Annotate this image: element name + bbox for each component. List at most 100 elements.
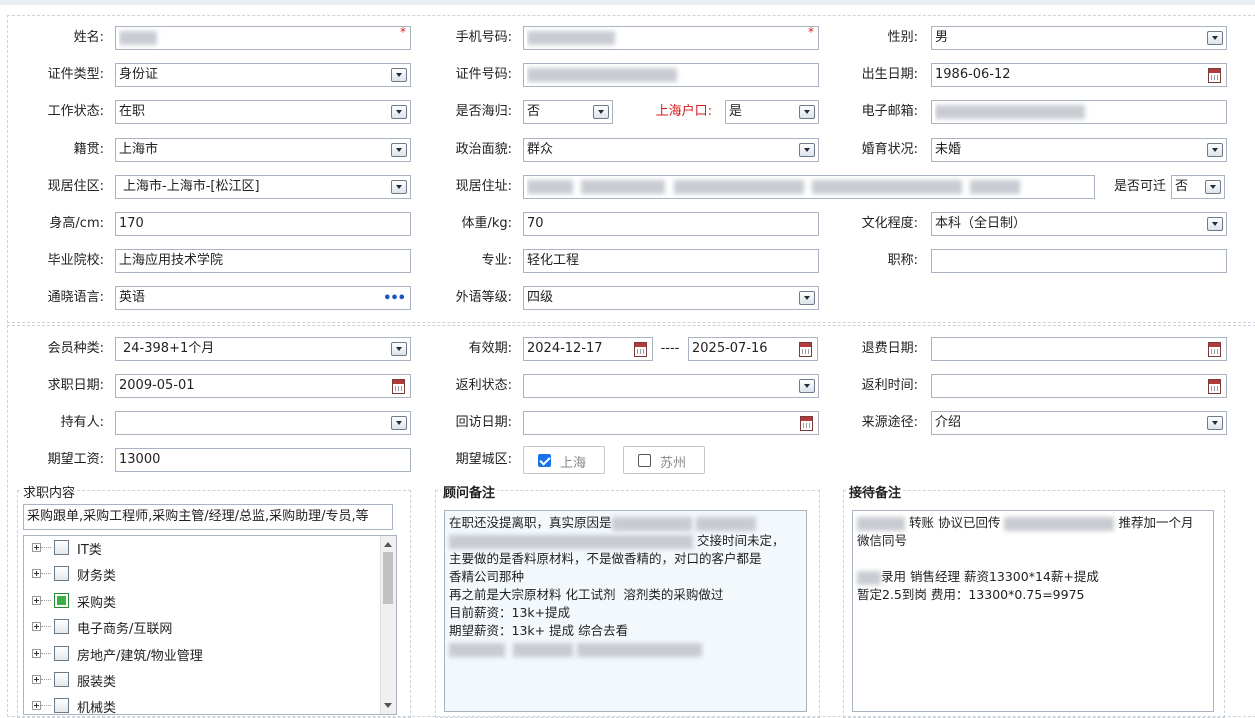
school-input[interactable]: 上海应用技术学院	[115, 249, 411, 273]
calendar-icon[interactable]	[634, 342, 647, 357]
reception-notes-textarea[interactable]: 转账 协议已回传 推荐加一个月 微信同号 录用 销售经理 薪资13300*14薪…	[852, 510, 1214, 712]
more-icon[interactable]: •••	[383, 291, 406, 307]
expand-icon[interactable]	[32, 622, 41, 631]
political-status-select[interactable]: 群众	[523, 138, 819, 162]
chevron-down-icon[interactable]	[391, 342, 407, 356]
checkbox-icon[interactable]	[54, 672, 69, 687]
birth-date-input[interactable]: 1986-06-12	[931, 63, 1227, 87]
chevron-down-icon[interactable]	[799, 379, 815, 393]
validity-end-input[interactable]: 2025-07-16	[688, 337, 818, 361]
work-status-select[interactable]: 在职	[115, 100, 411, 124]
city-option-label: 苏州	[660, 456, 687, 471]
chevron-down-icon[interactable]	[391, 416, 407, 430]
weight-input[interactable]: 70	[523, 212, 819, 236]
name-label: 姓名:	[73, 30, 104, 45]
validity-start-input[interactable]: 2024-12-17	[523, 337, 653, 361]
marital-status-select[interactable]: 未婚	[931, 138, 1227, 162]
chevron-down-icon[interactable]	[799, 143, 815, 157]
chevron-down-icon[interactable]	[799, 291, 815, 305]
tree-node[interactable]: IT类	[24, 536, 364, 562]
tree-node-label: IT类	[77, 543, 102, 558]
chevron-down-icon[interactable]	[1207, 217, 1223, 231]
scroll-up-icon[interactable]	[384, 542, 392, 547]
gender-select[interactable]: 男	[931, 26, 1227, 50]
expand-icon[interactable]	[32, 596, 41, 605]
expand-icon[interactable]	[32, 675, 41, 684]
relocatable-select[interactable]: 否	[1171, 175, 1225, 199]
city-option-shanghai[interactable]: 上海	[523, 446, 605, 474]
personal-info-section	[7, 15, 1255, 323]
expand-icon[interactable]	[32, 543, 41, 552]
job-content-selected-input[interactable]: 采购跟单,采购工程师,采购主管/经理/总监,采购助理/专员,等	[23, 504, 393, 530]
chevron-down-icon[interactable]	[391, 180, 407, 194]
calendar-icon[interactable]	[799, 342, 812, 357]
calendar-icon[interactable]	[1208, 342, 1221, 357]
title-input[interactable]	[931, 249, 1227, 273]
rebate-status-select[interactable]	[523, 374, 819, 398]
chevron-down-icon[interactable]	[391, 105, 407, 119]
tree-scrollbar[interactable]	[380, 536, 396, 714]
member-type-select[interactable]: 24-398+1个月	[115, 337, 411, 361]
job-category-tree[interactable]: IT类 财务类 采购类 电子商务/互联网 房地产/建筑/物业管理 服装类 机械类	[23, 535, 397, 715]
calendar-icon[interactable]	[800, 416, 813, 431]
phone-input[interactable]: *	[523, 25, 819, 50]
tree-node-label: 机械类	[77, 701, 117, 715]
tree-node[interactable]: 电子商务/互联网	[24, 615, 364, 641]
source-select[interactable]: 介绍	[931, 411, 1227, 435]
tree-node-label: 服装类	[77, 675, 117, 690]
city-option-suzhou[interactable]: 苏州	[623, 446, 705, 474]
scroll-down-icon[interactable]	[384, 703, 392, 708]
checkbox-icon[interactable]	[638, 454, 651, 467]
advisor-notes-title: 顾问备注	[441, 482, 498, 501]
chevron-down-icon[interactable]	[391, 143, 407, 157]
tree-node[interactable]: 机械类	[24, 694, 364, 715]
expand-icon[interactable]	[32, 649, 41, 658]
residence-address-input[interactable]	[523, 175, 1095, 199]
salary-input[interactable]: 13000	[115, 448, 411, 472]
scroll-thumb[interactable]	[383, 552, 393, 604]
chevron-down-icon[interactable]	[391, 68, 407, 82]
refund-date-input[interactable]	[931, 337, 1227, 361]
tree-node[interactable]: 财务类	[24, 562, 364, 588]
chevron-down-icon[interactable]	[1207, 31, 1223, 45]
expand-icon[interactable]	[32, 569, 41, 578]
returnee-select[interactable]: 否	[523, 100, 613, 124]
email-input[interactable]	[931, 100, 1227, 124]
tree-node[interactable]: 服装类	[24, 668, 364, 694]
advisor-notes-textarea[interactable]: 在职还没提离职，真实原因是 交接时间未定， 主要做的是香料原材料，不是做香精的，…	[444, 510, 807, 712]
major-input[interactable]: 轻化工程	[523, 249, 819, 273]
checkbox-icon[interactable]	[54, 619, 69, 634]
calendar-icon[interactable]	[392, 379, 405, 394]
revisit-date-input[interactable]	[523, 411, 819, 435]
language-input[interactable]: 英语 •••	[115, 286, 411, 310]
residence-area-select[interactable]: 上海市-上海市-[松江区]	[115, 175, 411, 199]
calendar-icon[interactable]	[1208, 68, 1221, 83]
validity-separator: ----	[660, 341, 680, 356]
expand-icon[interactable]	[32, 701, 41, 710]
education-select[interactable]: 本科（全日制）	[931, 212, 1227, 236]
tree-node[interactable]: 房地产/建筑/物业管理	[24, 642, 364, 668]
shanghai-hukou-select[interactable]: 是	[725, 100, 819, 124]
name-input[interactable]: *	[115, 25, 411, 50]
checkbox-checked-icon[interactable]	[538, 454, 551, 467]
height-input[interactable]: 170	[115, 212, 411, 236]
language-level-select[interactable]: 四级	[523, 286, 819, 310]
chevron-down-icon[interactable]	[799, 105, 815, 119]
calendar-icon[interactable]	[1208, 379, 1221, 394]
native-place-select[interactable]: 上海市	[115, 138, 411, 162]
checkbox-icon[interactable]	[54, 566, 69, 581]
job-date-input[interactable]: 2009-05-01	[115, 374, 411, 398]
id-type-select[interactable]: 身份证	[115, 63, 411, 87]
chevron-down-icon[interactable]	[593, 105, 609, 119]
chevron-down-icon[interactable]	[1207, 143, 1223, 157]
checkbox-partial-icon[interactable]	[54, 593, 69, 608]
holder-select[interactable]	[115, 411, 411, 435]
id-number-input[interactable]	[523, 63, 819, 87]
checkbox-icon[interactable]	[54, 540, 69, 555]
chevron-down-icon[interactable]	[1205, 180, 1221, 194]
checkbox-icon[interactable]	[54, 646, 69, 661]
rebate-time-input[interactable]	[931, 374, 1227, 398]
checkbox-icon[interactable]	[54, 698, 69, 713]
chevron-down-icon[interactable]	[1207, 416, 1223, 430]
tree-node[interactable]: 采购类	[24, 589, 364, 615]
